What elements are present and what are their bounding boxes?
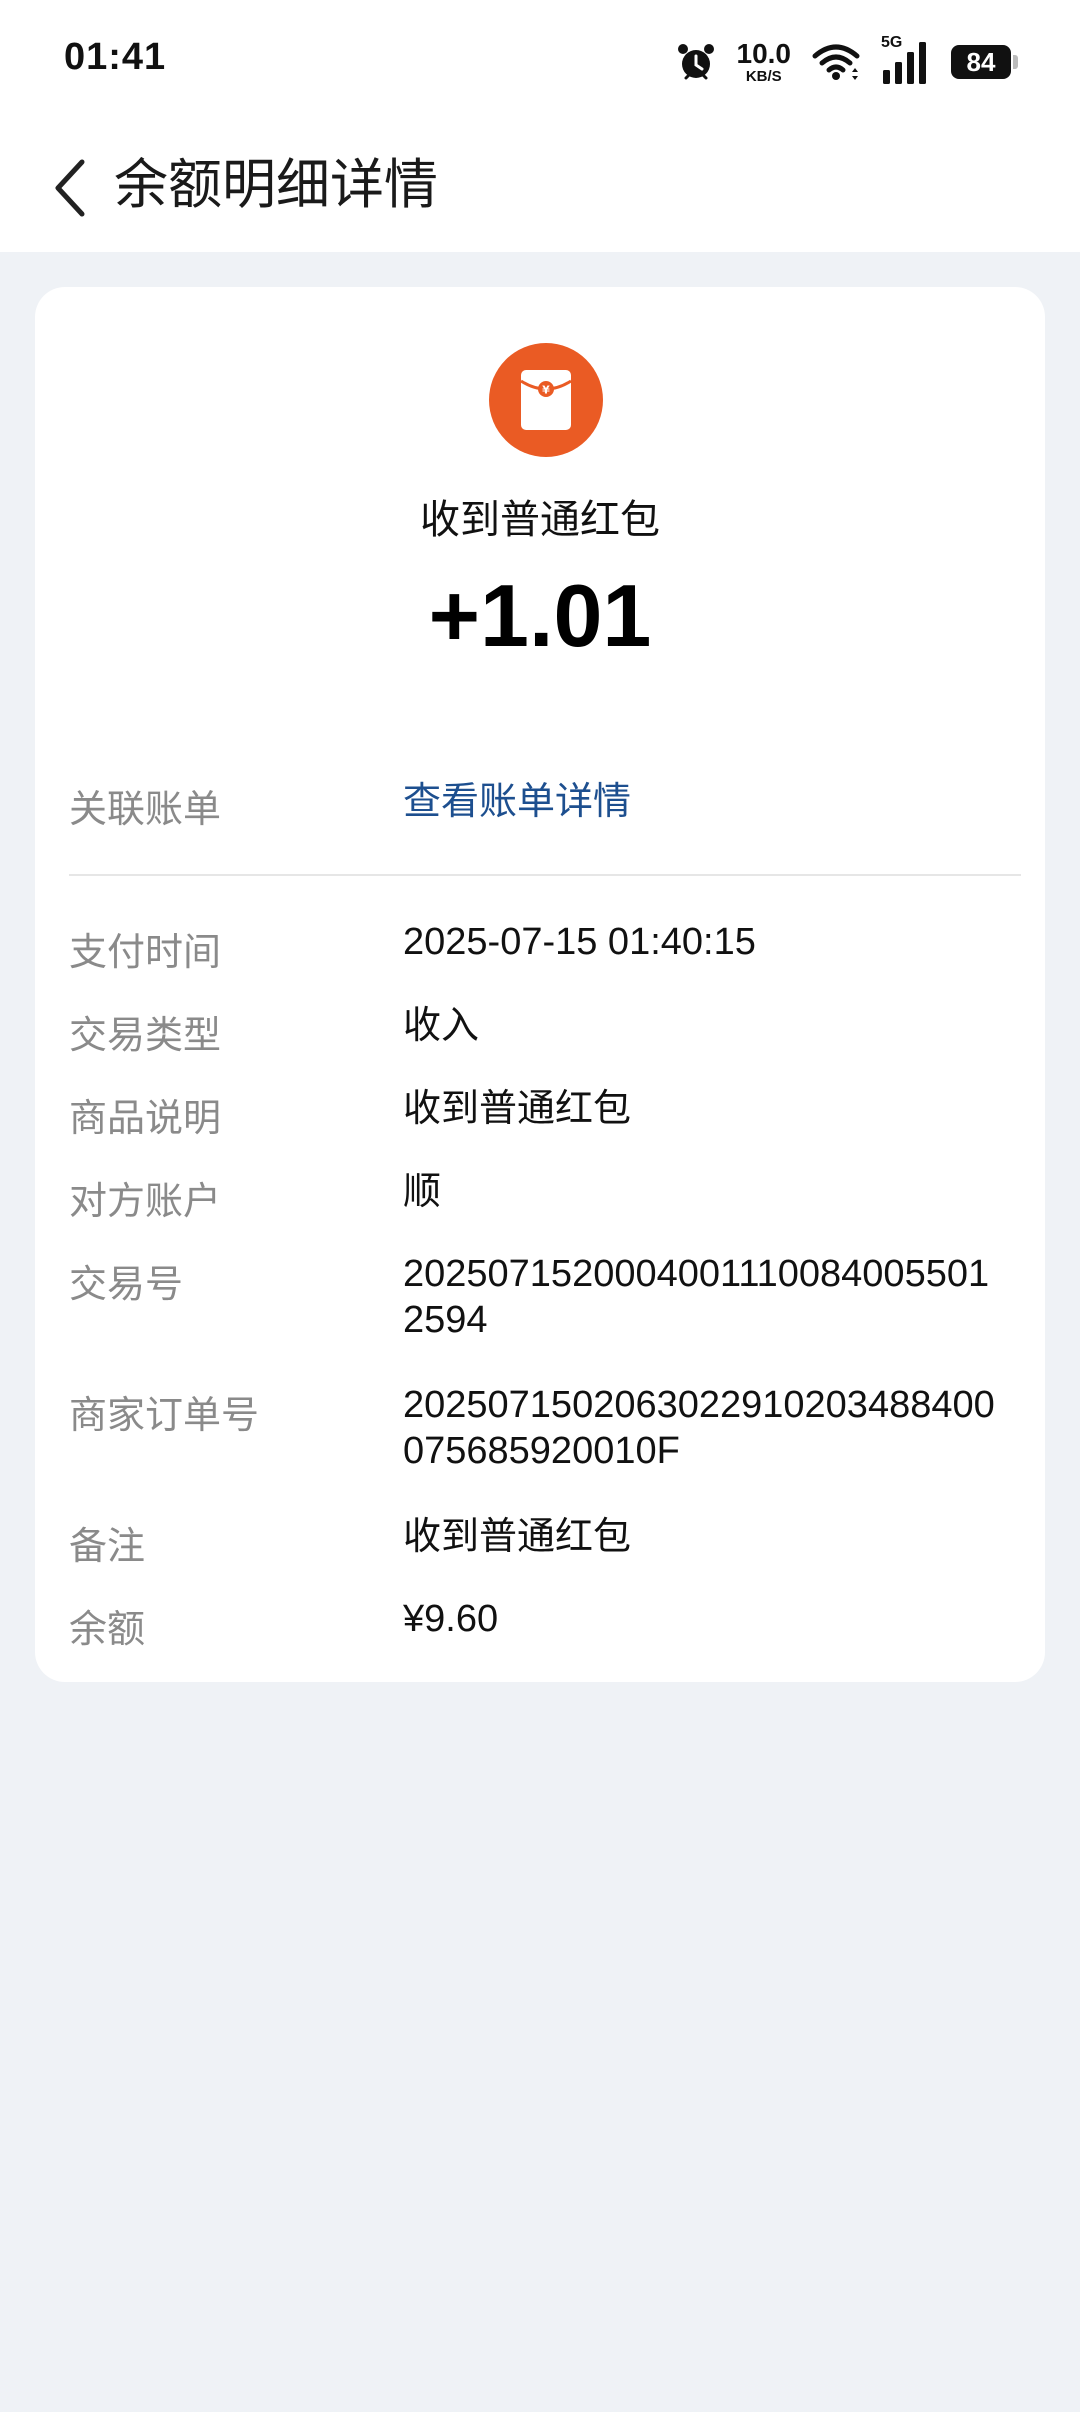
nav-bar: 余额明细详情 — [0, 120, 1080, 252]
detail-label-transaction-number: 交易号 — [69, 1262, 184, 1306]
network-type: 5G — [881, 34, 903, 51]
battery-level: 84 — [951, 45, 1011, 79]
svg-text:¥: ¥ — [542, 384, 550, 397]
detail-value-payment-time: 2025-07-15 01:40:15 — [403, 921, 756, 963]
network-speed-unit: KB/S — [745, 68, 782, 85]
transaction-amount: +1.01 — [428, 566, 652, 665]
network-speed: 10.0 KB/S — [736, 38, 792, 85]
red-packet-icon: ¥ — [489, 343, 603, 457]
linked-bill-label: 关联账单 — [69, 787, 222, 831]
detail-label-product-description: 商品说明 — [69, 1096, 222, 1140]
detail-value-transaction-type: 收入 — [403, 1003, 480, 1047]
transaction-title: 收到普通红包 — [420, 497, 660, 543]
chevron-left-icon — [55, 159, 85, 217]
cellular-signal-icon: 5G — [881, 34, 931, 84]
detail-value-counterparty-account: 顺 — [403, 1169, 442, 1213]
detail-label-transaction-type: 交易类型 — [69, 1013, 222, 1057]
detail-card: ¥ 收到普通红包 +1.01 关联账单 查看账单详情 支付时间 2025-07-… — [35, 287, 1045, 1682]
detail-label-payment-time: 支付时间 — [69, 930, 222, 974]
detail-value-balance: ¥9.60 — [403, 1598, 499, 1640]
status-time: 01:41 — [64, 36, 167, 78]
detail-value-transaction-number: 2025071520004001110084005501 2594 — [403, 1253, 990, 1341]
back-button[interactable] — [30, 148, 110, 228]
alarm-icon — [675, 41, 717, 83]
wifi-icon — [811, 42, 861, 82]
detail-value-remark: 收到普通红包 — [403, 1514, 632, 1558]
detail-label-balance: 余额 — [69, 1607, 146, 1651]
detail-value-product-description: 收到普通红包 — [403, 1086, 632, 1130]
divider — [69, 874, 1021, 876]
detail-label-counterparty-account: 对方账户 — [69, 1179, 222, 1223]
detail-label-merchant-order-number: 商家订单号 — [69, 1393, 260, 1437]
page-title: 余额明细详情 — [114, 153, 438, 216]
battery-icon: 84 — [951, 45, 1018, 79]
detail-value-merchant-order-number: 2025071502063022910203488400075685920010… — [403, 1384, 995, 1472]
status-icons: 10.0 KB/S 5G 84 — [675, 34, 1018, 88]
status-bar: 01:41 10.0 KB/S 5G 84 — [0, 0, 1080, 120]
view-bill-details-link[interactable]: 查看账单详情 — [403, 778, 1023, 824]
detail-label-remark: 备注 — [69, 1524, 146, 1568]
network-speed-value: 10.0 — [736, 38, 792, 69]
